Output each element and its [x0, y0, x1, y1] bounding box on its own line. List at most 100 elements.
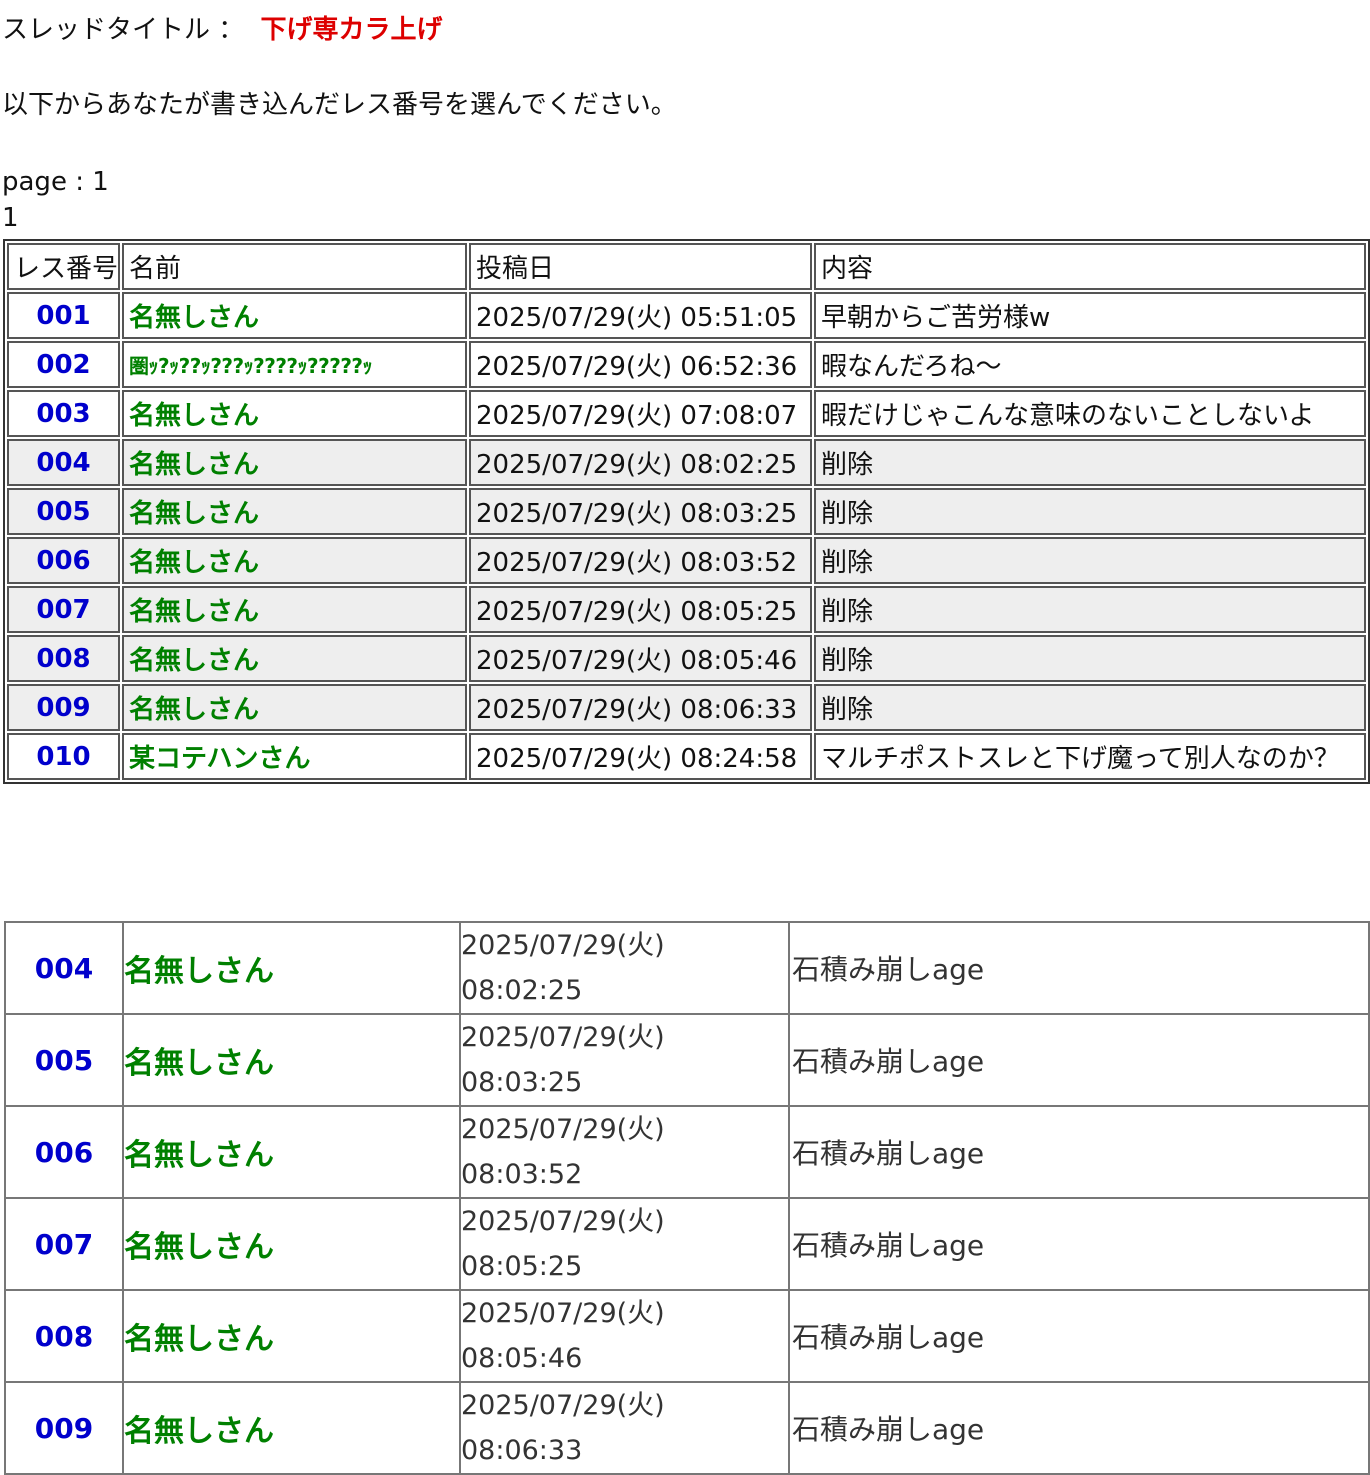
table-row[interactable]: 005 名無しさん 2025/07/29(火) 08:03:25 削除: [7, 488, 1366, 535]
detail-post-content: 石積み崩しage: [790, 923, 1370, 1015]
instruction-text: 以下からあなたが書き込んだレス番号を選んでください。: [2, 90, 677, 120]
detail-poster-name: 名無しさん: [124, 1199, 461, 1291]
table-row[interactable]: 006 名無しさん 2025/07/29(火) 08:03:52 削除: [7, 537, 1366, 584]
detail-res-number-link[interactable]: 009: [6, 1383, 124, 1475]
poster-name: 名無しさん: [122, 439, 468, 486]
detail-post-content: 石積み崩しage: [790, 1015, 1370, 1107]
post-content: 暇だけじゃこんな意味のないことしないよ: [814, 390, 1366, 437]
detail-date-time: 08:03:52: [461, 1159, 583, 1190]
page-link-1[interactable]: 1: [2, 201, 19, 235]
table-row[interactable]: 009 名無しさん 2025/07/29(火) 08:06:33 削除: [7, 684, 1366, 731]
detail-res-number-link[interactable]: 006: [6, 1107, 124, 1199]
post-date: 2025/07/29(火) 06:52:36: [469, 341, 813, 388]
detail-date-day: 2025/07/29(火): [461, 1022, 665, 1053]
detail-date-day: 2025/07/29(火): [461, 1298, 665, 1329]
poster-name: 名無しさん: [122, 586, 468, 633]
header-date: 投稿日: [469, 243, 813, 290]
res-number-link[interactable]: 006: [7, 537, 121, 584]
detail-date-day: 2025/07/29(火): [461, 1206, 665, 1237]
detail-row: 006 名無しさん 2025/07/29(火) 08:03:52 石積み崩しage: [6, 1107, 1370, 1199]
detail-date-time: 08:06:33: [461, 1435, 583, 1466]
detail-post-content: 石積み崩しage: [790, 1291, 1370, 1383]
thread-title: 下げ専カラ上げ: [260, 15, 443, 45]
detail-post-date: 2025/07/29(火) 08:05:46: [461, 1291, 790, 1383]
poster-name: 某コテハンさん: [122, 733, 468, 780]
table-row[interactable]: 002 圏ｯ?ｯ??ｯ???ｯ????ｯ?????ｯ 2025/07/29(火) 0…: [7, 341, 1366, 388]
post-content: 削除: [814, 684, 1366, 731]
res-table: レス番号 名前 投稿日 内容 001 名無しさん 2025/07/29(火) 05:…: [3, 239, 1370, 784]
detail-date-time: 08:02:25: [461, 975, 583, 1006]
detail-row: 004 名無しさん 2025/07/29(火) 08:02:25 石積み崩しage: [6, 923, 1370, 1015]
detail-poster-name: 名無しさん: [124, 923, 461, 1015]
header-name: 名前: [122, 243, 468, 290]
table-row[interactable]: 008 名無しさん 2025/07/29(火) 08:05:46 削除: [7, 635, 1366, 682]
post-date: 2025/07/29(火) 08:03:52: [469, 537, 813, 584]
table-row[interactable]: 010 某コテハンさん 2025/07/29(火) 08:24:58 マルチポストスレ…: [7, 733, 1366, 780]
detail-poster-name: 名無しさん: [124, 1015, 461, 1107]
post-date: 2025/07/29(火) 08:05:46: [469, 635, 813, 682]
detail-post-content: 石積み崩しage: [790, 1199, 1370, 1291]
thread-title-line: スレッドタイトル ： 下げ専カラ上げ: [2, 13, 443, 47]
res-number-link[interactable]: 007: [7, 586, 121, 633]
detail-poster-name: 名無しさん: [124, 1383, 461, 1475]
res-number-link[interactable]: 008: [7, 635, 121, 682]
detail-res-number-link[interactable]: 005: [6, 1015, 124, 1107]
res-number-link[interactable]: 003: [7, 390, 121, 437]
detail-poster-name: 名無しさん: [124, 1291, 461, 1383]
detail-date-day: 2025/07/29(火): [461, 930, 665, 961]
post-content: 削除: [814, 537, 1366, 584]
post-date: 2025/07/29(火) 07:08:07: [469, 390, 813, 437]
table-row[interactable]: 003 名無しさん 2025/07/29(火) 07:08:07 暇だけじゃこんな意味…: [7, 390, 1366, 437]
detail-date-time: 08:05:46: [461, 1343, 583, 1374]
res-number-link[interactable]: 005: [7, 488, 121, 535]
post-content: 削除: [814, 439, 1366, 486]
post-date: 2025/07/29(火) 08:24:58: [469, 733, 813, 780]
post-date: 2025/07/29(火) 08:02:25: [469, 439, 813, 486]
detail-date-day: 2025/07/29(火): [461, 1390, 665, 1421]
detail-table: 004 名無しさん 2025/07/29(火) 08:02:25 石積み崩しage 005…: [4, 921, 1370, 1475]
table-row[interactable]: 001 名無しさん 2025/07/29(火) 05:51:05 早朝からご苦労様w: [7, 292, 1366, 339]
detail-res-number-link[interactable]: 008: [6, 1291, 124, 1383]
detail-date-day: 2025/07/29(火): [461, 1114, 665, 1145]
post-content: 削除: [814, 488, 1366, 535]
detail-row: 008 名無しさん 2025/07/29(火) 08:05:46 石積み崩しage: [6, 1291, 1370, 1383]
post-content: 削除: [814, 635, 1366, 682]
poster-name: 名無しさん: [122, 390, 468, 437]
header-res-number: レス番号: [7, 243, 121, 290]
detail-post-date: 2025/07/29(火) 08:06:33: [461, 1383, 790, 1475]
page-indicator: page : 1: [2, 167, 109, 197]
detail-post-date: 2025/07/29(火) 08:02:25: [461, 923, 790, 1015]
detail-post-date: 2025/07/29(火) 08:03:52: [461, 1107, 790, 1199]
header-content: 内容: [814, 243, 1366, 290]
detail-row: 007 名無しさん 2025/07/29(火) 08:05:25 石積み崩しage: [6, 1199, 1370, 1291]
res-number-link[interactable]: 002: [7, 341, 121, 388]
detail-res-number-link[interactable]: 007: [6, 1199, 124, 1291]
table-row[interactable]: 004 名無しさん 2025/07/29(火) 08:02:25 削除: [7, 439, 1366, 486]
res-number-link[interactable]: 009: [7, 684, 121, 731]
detail-poster-name: 名無しさん: [124, 1107, 461, 1199]
table-row[interactable]: 007 名無しさん 2025/07/29(火) 08:05:25 削除: [7, 586, 1366, 633]
detail-post-content: 石積み崩しage: [790, 1107, 1370, 1199]
poster-name: 名無しさん: [122, 537, 468, 584]
detail-res-number-link[interactable]: 004: [6, 923, 124, 1015]
thread-title-label: スレッドタイトル ：: [2, 15, 245, 45]
detail-date-time: 08:05:25: [461, 1251, 583, 1282]
detail-post-date: 2025/07/29(火) 08:05:25: [461, 1199, 790, 1291]
detail-post-date: 2025/07/29(火) 08:03:25: [461, 1015, 790, 1107]
poster-name: 圏ｯ?ｯ??ｯ???ｯ????ｯ?????ｯ: [122, 341, 468, 388]
post-content: 早朝からご苦労様w: [814, 292, 1366, 339]
poster-name: 名無しさん: [122, 684, 468, 731]
detail-row: 009 名無しさん 2025/07/29(火) 08:06:33 石積み崩しage: [6, 1383, 1370, 1475]
post-date: 2025/07/29(火) 08:06:33: [469, 684, 813, 731]
table-header-row: レス番号 名前 投稿日 内容: [7, 243, 1366, 290]
post-date: 2025/07/29(火) 05:51:05: [469, 292, 813, 339]
post-date: 2025/07/29(火) 08:03:25: [469, 488, 813, 535]
detail-date-time: 08:03:25: [461, 1067, 583, 1098]
res-number-link[interactable]: 004: [7, 439, 121, 486]
res-number-link[interactable]: 010: [7, 733, 121, 780]
poster-name: 名無しさん: [122, 635, 468, 682]
detail-post-content: 石積み崩しage: [790, 1383, 1370, 1475]
poster-name: 名無しさん: [122, 292, 468, 339]
res-number-link[interactable]: 001: [7, 292, 121, 339]
post-date: 2025/07/29(火) 08:05:25: [469, 586, 813, 633]
